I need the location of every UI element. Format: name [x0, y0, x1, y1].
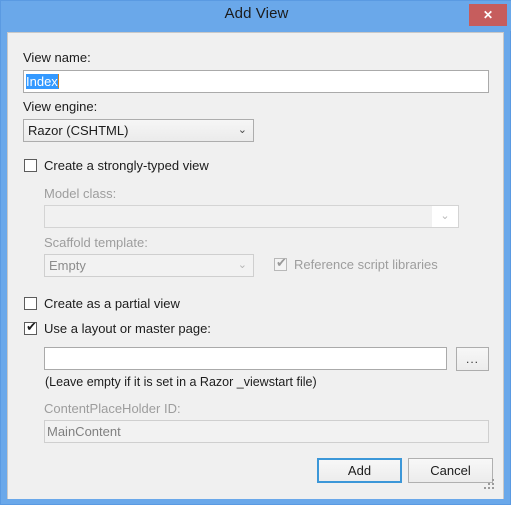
scaffold-template-select[interactable]: Empty ⌄ — [44, 254, 254, 277]
close-icon: ✕ — [469, 4, 507, 26]
check-icon: ✔ — [26, 319, 37, 337]
view-engine-select[interactable]: Razor (CSHTML) ⌄ — [23, 119, 254, 142]
view-name-value: Index — [26, 74, 59, 89]
checkbox-box — [24, 159, 37, 172]
dialog-body: View name: Index View engine: Razor (CSH… — [7, 32, 504, 499]
layout-path-input[interactable] — [44, 347, 447, 370]
reference-script-libraries-checkbox[interactable]: ✔ Reference script libraries — [274, 257, 438, 272]
reference-script-libraries-label: Reference script libraries — [294, 257, 438, 272]
cancel-button[interactable]: Cancel — [408, 458, 493, 483]
partial-view-checkbox[interactable]: Create as a partial view — [24, 296, 180, 311]
use-layout-label: Use a layout or master page: — [44, 321, 211, 336]
model-class-label: Model class: — [44, 186, 116, 201]
add-view-dialog: Add View ✕ View name: Index View engine:… — [0, 0, 511, 505]
content-placeholder-input[interactable]: MainContent — [44, 420, 489, 443]
checkbox-box: ✔ — [274, 258, 287, 271]
view-name-label: View name: — [23, 50, 91, 65]
use-layout-checkbox[interactable]: ✔ Use a layout or master page: — [24, 321, 211, 336]
page-title: Add View — [1, 5, 511, 22]
scaffold-template-label: Scaffold template: — [44, 235, 148, 250]
view-name-input[interactable]: Index — [23, 70, 489, 93]
layout-hint-text: (Leave empty if it is set in a Razor _vi… — [45, 375, 317, 389]
strongly-typed-label: Create a strongly-typed view — [44, 158, 209, 173]
add-button[interactable]: Add — [317, 458, 402, 483]
chevron-down-icon: ⌄ — [238, 120, 247, 141]
view-engine-value: Razor (CSHTML) — [28, 123, 128, 138]
chevron-down-icon: ⌄ — [432, 206, 458, 227]
view-engine-label: View engine: — [23, 99, 97, 114]
check-icon: ✔ — [276, 255, 287, 273]
close-button[interactable]: ✕ — [469, 4, 507, 26]
text-caret — [58, 74, 59, 88]
scaffold-template-value: Empty — [49, 258, 86, 273]
chevron-down-icon: ⌄ — [238, 255, 247, 276]
strongly-typed-checkbox[interactable]: Create a strongly-typed view — [24, 158, 209, 173]
partial-view-label: Create as a partial view — [44, 296, 180, 311]
model-class-value — [45, 206, 432, 227]
model-class-select[interactable]: ⌄ — [44, 205, 459, 228]
checkbox-box — [24, 297, 37, 310]
checkbox-box: ✔ — [24, 322, 37, 335]
resize-grip[interactable] — [484, 479, 494, 489]
title-bar[interactable]: Add View ✕ — [1, 1, 511, 31]
browse-button[interactable]: ... — [456, 347, 489, 371]
content-placeholder-label: ContentPlaceHolder ID: — [44, 401, 181, 416]
